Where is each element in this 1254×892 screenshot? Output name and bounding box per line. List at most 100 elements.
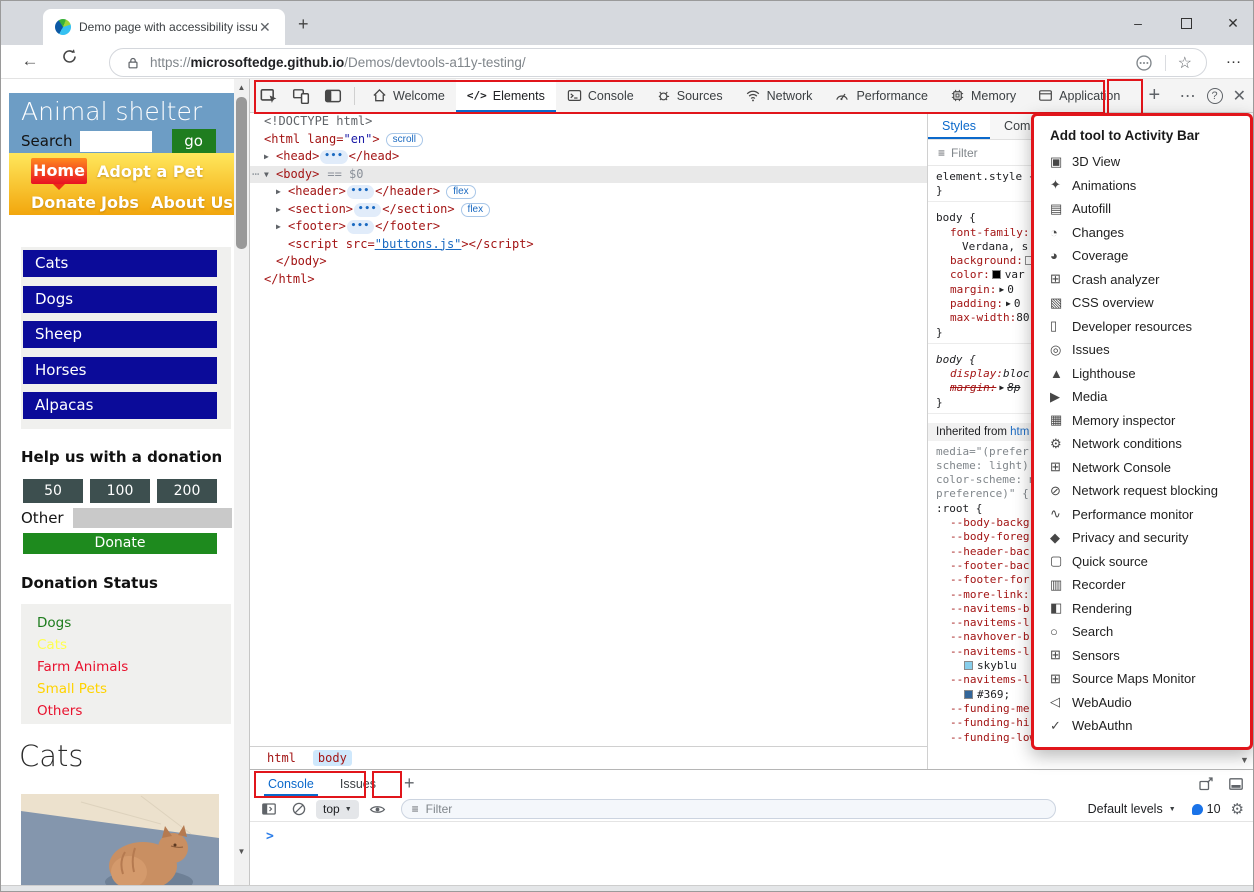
animal-button-alpacas[interactable]: Alpacas (23, 392, 217, 419)
animal-button-horses[interactable]: Horses (23, 356, 217, 384)
search-go-button[interactable]: go (171, 129, 216, 153)
animal-button-cats[interactable]: Cats (23, 250, 217, 277)
more-tools-button[interactable]: + (1139, 81, 1169, 111)
device-emulation-icon[interactable] (288, 83, 314, 109)
stylesheet-link[interactable]: htm (1010, 426, 1029, 438)
browser-tab[interactable]: Demo page with accessibility issu ✕ (43, 9, 285, 45)
console-sidebar-icon[interactable] (258, 799, 280, 819)
close-window-button[interactable]: ✕ (1223, 13, 1243, 33)
animal-button-sheep[interactable]: Sheep (23, 321, 217, 348)
menu-item-crash-analyzer[interactable]: ⊞ Crash analyzer (1034, 268, 1250, 292)
console-message-count[interactable]: 10 (1191, 802, 1221, 816)
menu-item-source-maps-monitor[interactable]: ⊞ Source Maps Monitor (1034, 667, 1250, 691)
log-levels-dropdown[interactable]: Default levels ▼ (1088, 802, 1176, 816)
inspect-element-icon[interactable] (256, 83, 282, 109)
activity-bar-layout-icon[interactable] (320, 83, 346, 109)
styles-scroll-down-icon[interactable]: ▼ (1240, 755, 1249, 765)
scroll-badge[interactable]: scroll (385, 132, 423, 147)
menu-item-recorder[interactable]: ▥ Recorder (1034, 573, 1250, 597)
menu-item-memory-inspector[interactable]: ▦ Memory inspector (1034, 409, 1250, 433)
tab-console-drawer[interactable]: Console (264, 772, 318, 796)
nav-jobs[interactable]: Jobs (101, 193, 139, 212)
dock-drawer-icon[interactable] (1228, 776, 1244, 792)
page-scrollbar-thumb[interactable] (236, 97, 247, 249)
scroll-up-icon[interactable]: ▲ (234, 83, 249, 92)
lock-icon[interactable] (126, 56, 140, 70)
nav-donate[interactable]: Donate (31, 193, 96, 212)
expand-arrow-right-icon[interactable]: ▶ (1006, 297, 1011, 311)
tree-row[interactable]: ⋯ ▼ <body> == $0 (250, 165, 927, 183)
flex-badge[interactable]: flex (460, 202, 491, 217)
menu-item-changes[interactable]: ◔ Changes (1034, 221, 1250, 245)
collapsed-content-ellipsis[interactable]: ••• (320, 150, 348, 164)
expand-console-icon[interactable] (1198, 776, 1214, 792)
menu-item-issues[interactable]: ◎ Issues (1034, 338, 1250, 362)
tree-row[interactable]: <script src="buttons.js"></script> (250, 236, 927, 254)
flex-badge[interactable]: flex (446, 185, 476, 199)
menu-item-webaudio[interactable]: ◁ WebAudio (1034, 691, 1250, 715)
tab-performance[interactable]: Performance (823, 79, 939, 113)
other-amount-input[interactable] (72, 508, 232, 528)
page-scrollbar[interactable]: ▲ ▼ (234, 79, 249, 885)
tree-row[interactable]: ▶ <header> ••• </header> flex (250, 183, 927, 201)
console-filter-input[interactable]: ≡ Filter (400, 799, 1056, 819)
tab-memory[interactable]: Memory (939, 79, 1027, 113)
tab-welcome[interactable]: Welcome (361, 79, 456, 113)
devtools-menu-icon[interactable]: ⋯ (1180, 86, 1197, 106)
expand-arrow-right-icon[interactable]: ▶ (264, 148, 276, 166)
breadcrumb-html[interactable]: html (262, 750, 301, 766)
help-icon[interactable]: ? (1206, 87, 1223, 104)
menu-item-network-console[interactable]: ⊞ Network Console (1034, 456, 1250, 480)
expand-arrow-right-icon[interactable]: ▶ (276, 218, 288, 236)
donate-button[interactable]: Donate (23, 533, 217, 554)
menu-item-search[interactable]: ○ Search (1034, 620, 1250, 644)
collapsed-content-ellipsis[interactable]: ••• (346, 220, 375, 234)
color-swatch[interactable] (964, 689, 973, 699)
menu-item-lighthouse[interactable]: ▲ Lighthouse (1034, 362, 1250, 386)
nav-about-us[interactable]: About Us (151, 193, 233, 212)
menu-item-coverage[interactable]: ◕ Coverage (1034, 244, 1250, 268)
amount-button-50[interactable]: 50 (23, 479, 83, 503)
menu-item-privacy-and-security[interactable]: ◆ Privacy and security (1034, 526, 1250, 550)
tree-row[interactable]: ▶ <head> ••• </head> (250, 148, 927, 166)
status-item-dogs[interactable]: Dogs (37, 612, 231, 634)
menu-item-css-overview[interactable]: ▧ CSS overview (1034, 291, 1250, 315)
tab-close-icon[interactable]: ✕ (259, 19, 271, 36)
split-screen-icon[interactable] (1135, 54, 1153, 72)
tree-row[interactable]: <!DOCTYPE html> (250, 113, 927, 131)
tab-sources[interactable]: Sources (645, 79, 734, 113)
status-item-farm-animals[interactable]: Farm Animals (37, 656, 231, 678)
amount-button-200[interactable]: 200 (157, 479, 217, 503)
amount-button-100[interactable]: 100 (90, 479, 150, 503)
expand-arrow-right-icon[interactable]: ▶ (999, 283, 1004, 297)
color-swatch[interactable] (964, 661, 973, 671)
console-settings-gear-icon[interactable]: ⚙ (1231, 800, 1244, 818)
menu-item-webauthn[interactable]: ✓ WebAuthn (1034, 714, 1250, 738)
drawer-more-tabs-button[interactable]: + (404, 773, 415, 794)
tree-row[interactable]: ▶ <footer> ••• </footer> (250, 218, 927, 236)
nav-adopt-a-pet[interactable]: Adopt a Pet (97, 162, 203, 181)
menu-item-autofill[interactable]: ▤ Autofill (1034, 197, 1250, 221)
menu-item-network-request-blocking[interactable]: ⊘ Network request blocking (1034, 479, 1250, 503)
collapsed-content-ellipsis[interactable]: ••• (354, 202, 382, 217)
status-item-small-pets[interactable]: Small Pets (37, 678, 231, 700)
status-item-others[interactable]: Others (37, 700, 231, 722)
tree-row[interactable]: ▶ <section> ••• </section> flex (250, 201, 927, 219)
collapsed-content-ellipsis[interactable]: ••• (346, 185, 375, 199)
maximize-button[interactable] (1181, 18, 1192, 29)
nav-home[interactable]: Home (31, 158, 87, 190)
menu-item-sensors[interactable]: ⊞ Sensors (1034, 644, 1250, 668)
status-item-cats[interactable]: Cats (37, 634, 231, 656)
menu-item-quick-source[interactable]: ▢ Quick source (1034, 550, 1250, 574)
menu-item-rendering[interactable]: ◧ Rendering (1034, 597, 1250, 621)
eye-icon[interactable] (367, 799, 389, 819)
menu-item-network-conditions[interactable]: ⚙ Network conditions (1034, 432, 1250, 456)
menu-item-developer-resources[interactable]: ▯ Developer resources (1034, 315, 1250, 339)
clear-console-icon[interactable] (288, 799, 310, 819)
tab-issues-drawer[interactable]: Issues (340, 777, 376, 791)
favorites-star-icon[interactable]: ☆ (1178, 53, 1192, 73)
tab-application[interactable]: Application (1027, 79, 1131, 113)
devtools-close-icon[interactable]: ✕ (1233, 86, 1246, 106)
tree-row[interactable]: </html> (250, 271, 927, 289)
back-button[interactable]: ← (17, 48, 43, 74)
